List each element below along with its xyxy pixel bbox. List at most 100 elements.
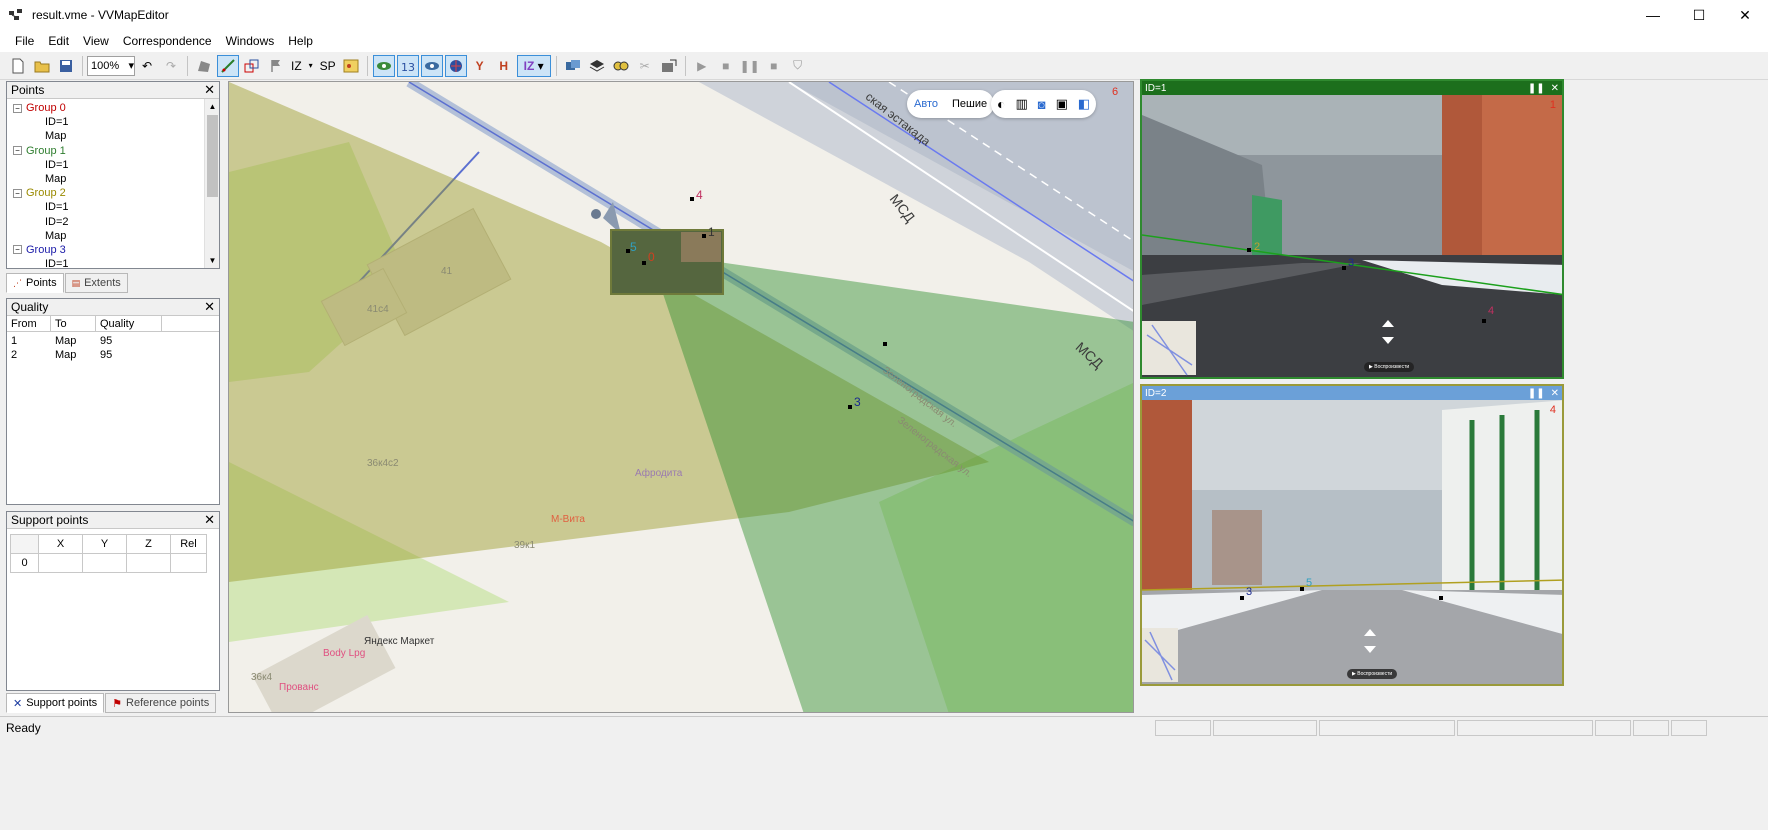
numbers-layer-icon[interactable]: 13 [396, 54, 419, 77]
tree-item[interactable]: ID=1 [7, 115, 219, 129]
pause-icon[interactable]: ❚❚ [1528, 388, 1545, 399]
column-header[interactable]: Z [126, 534, 171, 554]
tree-item[interactable]: ID=1 [7, 158, 219, 172]
tree-item[interactable]: ID=1 [7, 200, 219, 214]
column-header[interactable]: From [7, 316, 51, 331]
camera-settings-icon[interactable] [658, 55, 680, 77]
tree-item[interactable]: Map [7, 229, 219, 243]
map-book-icon[interactable]: ▥ [1015, 96, 1027, 112]
menu-help[interactable]: Help [281, 30, 320, 52]
column-header[interactable]: Quality [96, 316, 162, 331]
stop-square-icon[interactable]: ■ [763, 55, 785, 77]
pause-icon[interactable]: ❚❚ [1528, 83, 1545, 94]
mode-walk-button[interactable]: Пешие [945, 98, 994, 110]
tab-support-points[interactable]: ✕ Support points [6, 693, 105, 713]
view-layer-icon[interactable] [420, 54, 443, 77]
menu-correspondence[interactable]: Correspondence [116, 30, 219, 52]
zoom-select[interactable]: 100% ▾ [87, 55, 135, 76]
collapse-icon[interactable]: − [13, 146, 22, 156]
close-icon[interactable]: ✕ [204, 82, 215, 98]
tree-group-1[interactable]: − Group 1 [7, 144, 219, 158]
open-folder-icon[interactable] [31, 55, 53, 77]
sp-button[interactable]: SP [317, 59, 339, 73]
y-split-icon[interactable]: Y [469, 55, 491, 77]
cameras-icon[interactable] [562, 55, 584, 77]
iz-button[interactable]: IZ [288, 59, 305, 73]
camera-view-1[interactable]: ID=1 ❚❚ ✕ 2 3 4 1 ▶ Воспроизвести [1140, 79, 1564, 379]
play-icon[interactable]: ▶ [691, 55, 713, 77]
camera-image[interactable] [1142, 95, 1564, 379]
tree-scrollbar[interactable]: ▲ ▼ [204, 99, 219, 268]
tree-item[interactable]: Map [7, 172, 219, 186]
delete-camera-icon[interactable]: ✂ [634, 55, 656, 77]
close-icon[interactable]: ✕ [204, 299, 215, 315]
tab-extents[interactable]: ▤ Extents [64, 273, 128, 293]
collapse-icon[interactable]: − [13, 188, 22, 198]
panorama-icon[interactable]: ◐ [997, 96, 1005, 112]
play-button[interactable]: ▶ Воспроизвести [1364, 362, 1415, 372]
pause-icon[interactable]: ❚❚ [739, 55, 761, 77]
close-icon[interactable]: ✕ [1551, 83, 1559, 94]
layers-icon[interactable]: ◧ [1078, 96, 1090, 112]
close-icon[interactable]: ✕ [1551, 388, 1559, 399]
tree-item[interactable]: ID=1 [7, 257, 219, 268]
undo-icon[interactable]: ↶ [136, 55, 158, 77]
menu-edit[interactable]: Edit [41, 30, 76, 52]
column-header[interactable]: To [51, 316, 96, 331]
link-cameras-icon[interactable] [610, 55, 632, 77]
flag-icon[interactable] [265, 55, 287, 77]
camera-icon[interactable]: ◙ [1038, 97, 1046, 112]
scroll-thumb[interactable] [207, 115, 218, 197]
maximize-button[interactable]: ☐ [1676, 0, 1722, 30]
scroll-up-icon[interactable]: ▲ [205, 99, 219, 114]
h-icon[interactable]: H [493, 55, 515, 77]
collapse-icon[interactable]: − [13, 103, 22, 113]
column-header[interactable]: Rel [170, 534, 207, 554]
stamp-icon[interactable]: ⛉ [787, 55, 809, 77]
copy-region-icon[interactable] [241, 55, 263, 77]
play-button[interactable]: ▶ Воспроизвести [1347, 669, 1398, 679]
iz-layer-button[interactable]: IZ ▾ [516, 54, 551, 77]
tree-item[interactable]: Map [7, 129, 219, 143]
cell-rel[interactable] [170, 553, 207, 573]
collapse-icon[interactable]: − [13, 245, 22, 255]
layers-icon[interactable] [586, 55, 608, 77]
table-row[interactable]: 2 Map 95 [7, 348, 219, 362]
cell-x[interactable] [38, 553, 83, 573]
camera-view-2[interactable]: ID=2 ❚❚ ✕ 3 5 4 ▶ Воспроизвести [1140, 384, 1564, 686]
table-row[interactable]: 1 Map 95 [7, 334, 219, 348]
tab-reference-points[interactable]: ⚑ Reference points [105, 693, 217, 713]
map-view[interactable]: МСД МСД ская эстакада Зеленоградская ул.… [228, 81, 1134, 713]
globe-icon[interactable] [444, 54, 467, 77]
tree-item[interactable]: ID=2 [7, 215, 219, 229]
tree-group-3[interactable]: − Group 3 [7, 243, 219, 257]
column-header[interactable]: Y [82, 534, 127, 554]
layer-eye-icon[interactable] [372, 54, 395, 77]
image-frame-icon[interactable] [340, 55, 362, 77]
points-tool-icon[interactable] [217, 54, 239, 77]
new-file-icon[interactable] [7, 55, 29, 77]
map-canvas[interactable] [229, 82, 1134, 713]
tab-points[interactable]: ⋰ Points [6, 273, 64, 293]
polygon-tool-icon[interactable] [193, 55, 215, 77]
iz-dropdown-icon[interactable]: ▾ [306, 55, 316, 77]
scroll-down-icon[interactable]: ▼ [205, 253, 219, 268]
menu-windows[interactable]: Windows [219, 30, 282, 52]
stop-icon[interactable]: ■ [715, 55, 737, 77]
bus-icon[interactable]: ▣ [1056, 96, 1068, 112]
minimize-button[interactable]: — [1630, 0, 1676, 30]
column-header[interactable]: X [38, 534, 83, 554]
close-button[interactable]: ✕ [1722, 0, 1768, 30]
menu-view[interactable]: View [76, 30, 116, 52]
camera-image[interactable] [1142, 400, 1564, 686]
support-points-table: X Y Z Rel 0 [10, 534, 207, 573]
menu-file[interactable]: File [8, 30, 41, 52]
cell-y[interactable] [82, 553, 127, 573]
tree-group-2[interactable]: − Group 2 [7, 186, 219, 200]
close-icon[interactable]: ✕ [204, 512, 215, 528]
tree-group-0[interactable]: − Group 0 [7, 101, 219, 115]
cell-z[interactable] [126, 553, 171, 573]
redo-icon[interactable]: ↷ [160, 55, 182, 77]
mode-auto-button[interactable]: Авто [907, 98, 945, 110]
save-icon[interactable] [55, 55, 77, 77]
